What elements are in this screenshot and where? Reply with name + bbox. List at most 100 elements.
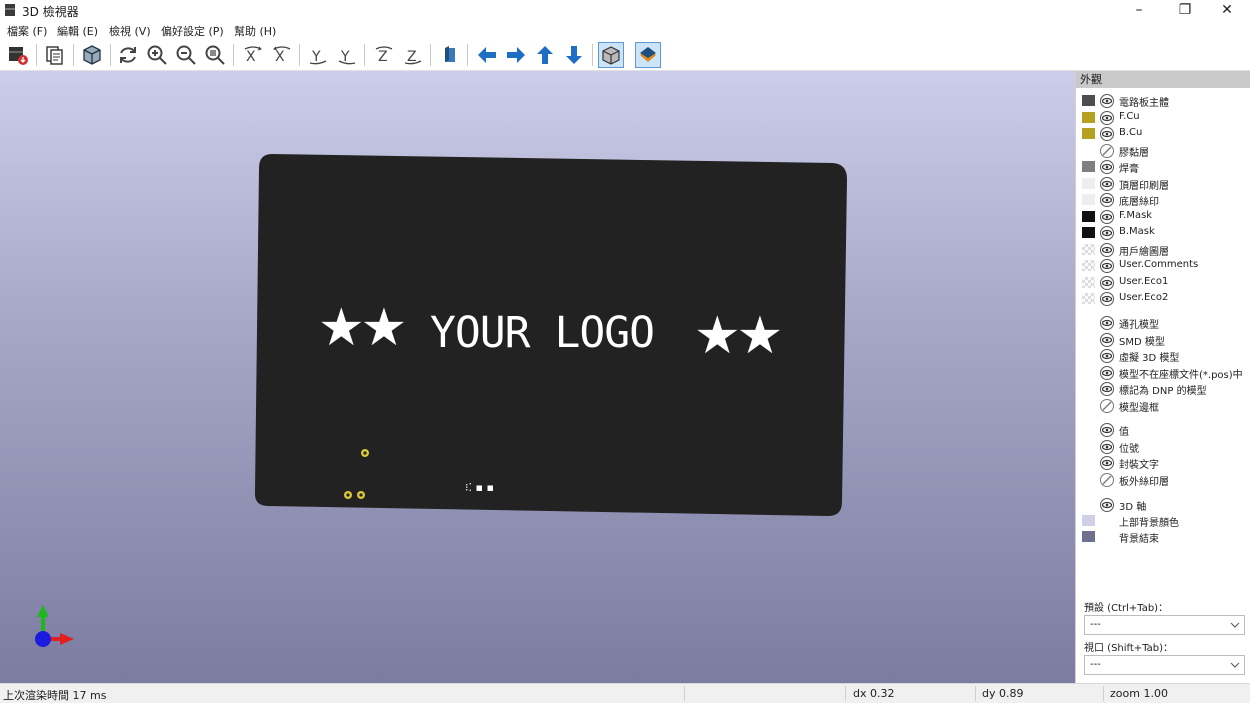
raytracing-cube-icon[interactable]: [79, 42, 105, 68]
color-swatch[interactable]: [1082, 260, 1095, 271]
pan-right-icon[interactable]: [503, 42, 529, 68]
rotate-y-cw-icon[interactable]: Y: [305, 42, 331, 68]
layer-row[interactable]: 底層絲印: [1076, 192, 1250, 208]
eye-icon[interactable]: [1100, 160, 1114, 174]
layer-row[interactable]: 板外絲印層: [1076, 472, 1250, 488]
color-swatch[interactable]: [1082, 95, 1095, 106]
preset-select[interactable]: ---: [1084, 615, 1245, 635]
layer-label: 模型不在座標文件(*.pos)中: [1119, 369, 1243, 381]
color-swatch[interactable]: [1082, 128, 1095, 139]
eye-icon[interactable]: [1100, 439, 1114, 454]
menu-file[interactable]: 檔案 (F): [7, 23, 47, 39]
color-swatch[interactable]: [1082, 243, 1095, 255]
layer-row[interactable]: 焊膏: [1076, 159, 1250, 175]
menu-bar: 檔案 (F) 編輯 (E) 檢視 (V) 偏好設定 (P) 幫助 (H): [0, 21, 1250, 39]
eye-icon[interactable]: [1100, 193, 1114, 207]
eye-icon[interactable]: [1100, 176, 1114, 191]
layer-row[interactable]: 封裝文字: [1076, 455, 1250, 471]
viewport-select[interactable]: ---: [1084, 655, 1245, 675]
color-swatch[interactable]: [1082, 161, 1095, 172]
layer-row[interactable]: 標記為 DNP 的模型: [1076, 381, 1250, 397]
layer-row[interactable]: 頂層印刷層: [1076, 176, 1250, 192]
hidden-icon[interactable]: [1100, 143, 1114, 158]
color-swatch[interactable]: [1082, 194, 1095, 205]
layer-row[interactable]: User.Eco2: [1076, 291, 1250, 307]
eye-icon[interactable]: [1100, 456, 1114, 470]
eye-icon[interactable]: [1100, 498, 1114, 512]
rotate-x-ccw-icon[interactable]: X: [269, 42, 295, 68]
layer-row[interactable]: 值: [1076, 422, 1250, 438]
layer-row[interactable]: 虛擬 3D 模型: [1076, 348, 1250, 364]
layer-row[interactable]: B.Mask: [1076, 225, 1250, 241]
layer-row[interactable]: 模型邊框: [1076, 398, 1250, 414]
color-swatch[interactable]: [1082, 210, 1095, 222]
zoom-out-icon[interactable]: [173, 42, 199, 68]
reload-icon[interactable]: [115, 42, 141, 68]
zoom-fit-icon[interactable]: [202, 42, 228, 68]
copy-clipboard-icon[interactable]: [42, 42, 68, 68]
eye-icon[interactable]: [1100, 226, 1114, 240]
axes-toggle-row[interactable]: 3D 軸: [1076, 497, 1250, 513]
layer-row[interactable]: User.Comments: [1076, 258, 1250, 274]
color-swatch[interactable]: [1082, 111, 1095, 123]
eye-icon[interactable]: [1100, 349, 1114, 363]
rotate-y-ccw-icon[interactable]: Y: [334, 42, 360, 68]
eye-icon[interactable]: [1100, 382, 1114, 396]
layer-row[interactable]: User.Eco1: [1076, 275, 1250, 291]
eye-icon[interactable]: [1100, 259, 1114, 273]
color-swatch[interactable]: [1082, 276, 1095, 288]
eye-icon[interactable]: [1100, 316, 1114, 330]
eye-icon[interactable]: [1100, 209, 1114, 224]
rotate-z-cw-icon[interactable]: Z: [371, 42, 397, 68]
eye-icon[interactable]: [1100, 110, 1114, 125]
ortho-view-icon[interactable]: [598, 42, 624, 68]
layer-row[interactable]: 電路板主體: [1076, 93, 1250, 109]
menu-view[interactable]: 檢視 (V): [109, 23, 151, 39]
layer-row[interactable]: F.Mask: [1076, 209, 1250, 225]
minimize-button[interactable]: –: [1118, 0, 1160, 21]
menu-edit[interactable]: 編輯 (E): [57, 23, 98, 39]
pan-left-icon[interactable]: [474, 42, 500, 68]
pan-down-icon[interactable]: [561, 42, 587, 68]
layer-label: F.Mask: [1119, 209, 1153, 221]
restore-button[interactable]: ❐: [1164, 0, 1206, 21]
layer-row[interactable]: 位號: [1076, 439, 1250, 455]
color-swatch[interactable]: [1082, 177, 1095, 189]
hidden-icon[interactable]: [1100, 398, 1114, 413]
zoom-readout: zoom 1.00: [1110, 687, 1168, 700]
color-swatch[interactable]: [1082, 515, 1095, 526]
layer-label: 用戶繪圖層: [1119, 246, 1169, 258]
layer-row[interactable]: 用戶繪圖層: [1076, 242, 1250, 258]
3d-viewport[interactable]: ★★ YOUR LOGO ★★ ⁝⁚ ▪ ▪: [0, 71, 1075, 683]
eye-icon[interactable]: [1100, 94, 1114, 108]
layer-row[interactable]: 模型不在座標文件(*.pos)中: [1076, 365, 1250, 381]
eye-icon[interactable]: [1100, 365, 1114, 380]
bg-bottom-color-row[interactable]: 背景結束: [1076, 529, 1250, 545]
eye-icon[interactable]: [1100, 127, 1114, 141]
hidden-icon[interactable]: [1100, 472, 1114, 487]
eye-icon[interactable]: [1100, 242, 1114, 257]
rotate-x-cw-icon[interactable]: X: [240, 42, 266, 68]
export-image-icon[interactable]: [5, 42, 31, 68]
flip-board-icon[interactable]: [437, 42, 463, 68]
layers-toggle-icon[interactable]: [635, 42, 661, 68]
layer-row[interactable]: SMD 模型: [1076, 332, 1250, 348]
zoom-in-icon[interactable]: [144, 42, 170, 68]
menu-preferences[interactable]: 偏好設定 (P): [161, 23, 224, 39]
menu-help[interactable]: 幫助 (H): [234, 23, 276, 39]
layer-row[interactable]: 膠黏層: [1076, 143, 1250, 159]
eye-icon[interactable]: [1100, 332, 1114, 347]
eye-icon[interactable]: [1100, 275, 1114, 290]
rotate-z-ccw-icon[interactable]: Z: [400, 42, 426, 68]
layer-row[interactable]: B.Cu: [1076, 126, 1250, 142]
color-swatch[interactable]: [1082, 531, 1095, 542]
color-swatch[interactable]: [1082, 227, 1095, 238]
bg-top-color-row[interactable]: 上部背景顏色: [1076, 513, 1250, 529]
close-button[interactable]: ✕: [1206, 0, 1248, 21]
layer-row[interactable]: 通孔模型: [1076, 315, 1250, 331]
color-swatch[interactable]: [1082, 293, 1095, 304]
pan-up-icon[interactable]: [532, 42, 558, 68]
layer-row[interactable]: F.Cu: [1076, 110, 1250, 126]
eye-icon[interactable]: [1100, 292, 1114, 306]
eye-icon[interactable]: [1100, 423, 1114, 437]
